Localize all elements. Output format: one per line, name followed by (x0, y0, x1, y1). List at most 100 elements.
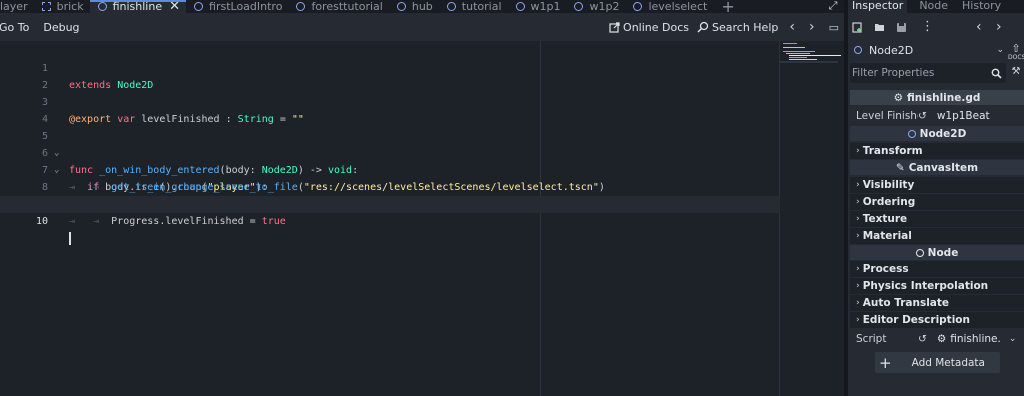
script-property[interactable]: Script ↺ ⚙ finishline. ⌄ (850, 330, 1024, 347)
code-editor[interactable]: 1 extends Node2D 2 3 @export var levelFi… (0, 41, 780, 396)
open-folder-icon[interactable] (874, 22, 885, 33)
text-cursor (69, 231, 71, 245)
distraction-free-icon[interactable]: ⤢ (826, 0, 840, 13)
inspector-toolbar: ⋮ ‹ › (848, 19, 1024, 37)
debug-menu[interactable]: Debug (36, 21, 86, 34)
tab-player[interactable]: layer (0, 0, 34, 13)
category-physics-interpolation[interactable]: › Physics Interpolation (850, 278, 1024, 294)
go-to-menu[interactable]: Go To (0, 21, 36, 34)
revert-icon[interactable]: ↺ (918, 333, 927, 345)
tab-finishline[interactable]: finishline ✕ (89, 0, 187, 13)
gear-icon: ⚙ (936, 332, 947, 345)
plus-icon: + (879, 353, 892, 372)
code-text (69, 230, 71, 247)
tab-inspector[interactable]: Inspector (848, 0, 908, 13)
category-material[interactable]: › Material (850, 228, 1024, 244)
toggle-panel-icon[interactable]: ▭ (826, 21, 842, 34)
add-metadata-button[interactable]: + Add Metadata (875, 352, 1000, 373)
code-line: 3 @export var levelFinished : String = "… (0, 77, 780, 125)
chevron-right-icon: › (856, 146, 860, 156)
category-label: Auto Translate (862, 297, 950, 309)
save-icon[interactable] (896, 22, 907, 33)
chevron-right-icon: › (856, 264, 860, 274)
category-label: Material (862, 230, 912, 242)
external-link-icon (609, 21, 620, 33)
property-value[interactable]: w1p1Beat (937, 110, 990, 122)
filter-properties-input[interactable]: Filter Properties (850, 63, 1006, 83)
tools-icon[interactable]: ⚒ (1008, 66, 1024, 77)
code-line: 9 ⇥ ⇥ Progress.levelFinished = true (0, 179, 780, 227)
code-line-current: 10 (0, 196, 780, 245)
code-line: 4 (0, 94, 780, 125)
scene-icon (41, 2, 51, 11)
tab-label: firstLoadIntro (209, 0, 283, 13)
scene-icon (97, 2, 107, 11)
scene-icon (633, 2, 643, 11)
tab-w1p2[interactable]: w1p2 (566, 0, 625, 13)
docs-label: DOCS (1008, 54, 1024, 61)
more-options-icon[interactable]: ⋮ (921, 19, 934, 34)
script-value[interactable]: finishline. (950, 333, 1001, 345)
category-transform[interactable]: › Transform (850, 143, 1024, 159)
level-finished-property[interactable]: Level Finishe ↺ w1p1Beat (850, 107, 1024, 124)
category-label: Editor Description (862, 314, 970, 326)
tab-label: brick (56, 0, 84, 13)
code-line: 5 ⌄ func _on_win_body_entered(body: Node… (0, 111, 780, 176)
category-label: Visibility (862, 179, 915, 191)
chevron-right-icon[interactable]: › (806, 19, 818, 35)
tab-foresttutorial[interactable]: foresttutorial (288, 0, 388, 13)
node-selector[interactable]: Node2D ⌄ (850, 41, 1006, 59)
chevron-down-icon[interactable]: ⌄ (1009, 334, 1017, 344)
tab-hub[interactable]: hub (389, 0, 439, 13)
category-visibility[interactable]: › Visibility (850, 177, 1024, 193)
tab-tutorial[interactable]: tutorial (439, 0, 508, 13)
scene-icon (446, 2, 456, 11)
tab-brick[interactable]: brick (34, 0, 90, 13)
tab-label: layer (0, 0, 28, 13)
category-auto-translate[interactable]: › Auto Translate (850, 295, 1024, 311)
chevron-right-icon: › (856, 281, 860, 291)
tab-label: tutorial (461, 0, 502, 13)
close-icon[interactable]: ✕ (169, 0, 180, 13)
node-section-header: Node (850, 245, 1024, 260)
code-text: ⇥ ⇥ Progress.levelFinished = true (69, 216, 286, 227)
docs-icon[interactable]: ⇧ DOCS (1008, 43, 1024, 61)
chevron-left-icon[interactable]: ‹ (976, 19, 982, 35)
chevron-right-icon: › (856, 298, 860, 308)
tab-levelselect[interactable]: levelselect (625, 0, 713, 13)
tab-label: hub (411, 0, 433, 13)
online-docs-button[interactable]: Online Docs (609, 21, 689, 34)
node-icon (915, 248, 924, 257)
search-help-button[interactable]: Search Help (697, 21, 778, 34)
code-line: 8 ⇥ ⇥ print(levelFinished) (0, 162, 780, 210)
add-metadata-label: Add Metadata (911, 356, 985, 369)
chevron-right-icon: › (856, 180, 860, 190)
tab-firstloadintro[interactable]: firstLoadIntro (186, 0, 288, 13)
add-tab-icon[interactable]: + (713, 0, 742, 13)
category-label: Texture (862, 213, 908, 225)
code-line: 1 extends Node2D (0, 43, 780, 91)
category-process[interactable]: › Process (850, 261, 1024, 277)
category-texture[interactable]: › Texture (850, 211, 1024, 227)
node2d-icon (854, 46, 862, 54)
category-label: Ordering (862, 196, 916, 208)
scene-icon (574, 2, 584, 11)
tab-label: w1p2 (589, 0, 620, 13)
category-editor-description[interactable]: › Editor Description (850, 312, 1024, 328)
tab-node[interactable]: Node (915, 0, 952, 13)
chevron-right-icon[interactable]: › (996, 19, 1002, 35)
chevron-left-icon[interactable]: ‹ (786, 19, 798, 35)
new-resource-icon[interactable] (852, 22, 863, 33)
scene-icon (396, 2, 406, 11)
tab-label: levelselect (648, 0, 708, 13)
node2d-header-label: Node2D (919, 127, 967, 140)
code-minimap[interactable] (780, 41, 846, 396)
revert-icon[interactable]: ↺ (918, 110, 927, 122)
node-header-label: Node (927, 246, 959, 259)
online-docs-label: Online Docs (623, 20, 689, 34)
line-number: 10 (35, 216, 48, 227)
category-ordering[interactable]: › Ordering (850, 194, 1024, 210)
tab-w1p1[interactable]: w1p1 (508, 0, 567, 13)
tab-history[interactable]: History (958, 0, 1005, 13)
tab-label: w1p1 (530, 0, 561, 13)
